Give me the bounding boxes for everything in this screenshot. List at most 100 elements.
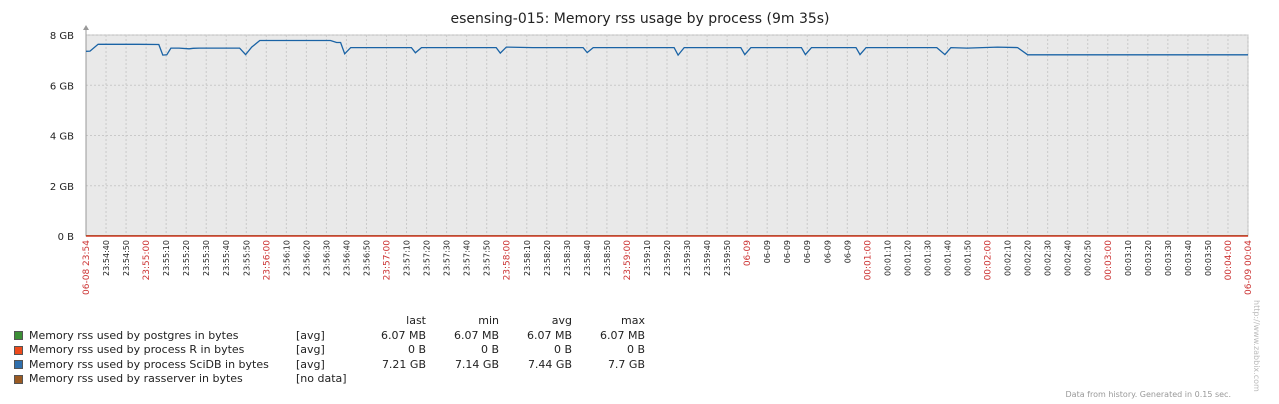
x-tick-label: 00:04:00 [1224,240,1234,281]
x-tick-label: 23:57:30 [443,240,452,276]
x-tick-label: 00:03:40 [1184,240,1193,276]
x-tick-label: 23:54:50 [122,240,131,276]
y-axis-arrow [83,25,89,30]
legend-swatch [14,360,23,370]
x-tick-label: 06-09 [823,240,832,263]
legend-header-avg: avg [551,314,572,327]
legend-row: Memory rss used by process SciDB in byte… [14,358,648,373]
x-tick-label: 23:58:50 [603,240,612,276]
x-tick-label: 23:59:10 [643,240,652,276]
x-tick-label: 23:57:00 [383,240,393,281]
x-tick-label: 06-09 [843,240,852,263]
x-tick-label: 00:02:30 [1044,240,1053,276]
x-tick-label: 23:59:00 [623,240,633,281]
x-tick-label: 23:57:20 [423,240,432,276]
legend-function: [no data] [296,372,347,385]
legend-series-name: Memory rss used by rasserver in bytes [29,372,243,385]
x-tick-label: 00:03:30 [1164,240,1173,276]
x-tick-label: 23:59:40 [703,240,712,276]
x-tick-label: 06-09 [743,240,753,266]
zabbix-watermark: http://www.zabbix.com [1252,300,1261,392]
legend-min: 6.07 MB [453,328,499,342]
x-tick-label: 00:02:50 [1084,240,1093,276]
x-tick-label: 23:59:20 [663,240,672,276]
legend-avg: 7.44 GB [527,357,572,371]
x-tick-label: 00:01:20 [903,240,912,276]
legend-avg: 0 B [553,343,572,356]
x-tick-label: 23:54:40 [102,240,111,276]
x-tick-label: 23:58:30 [563,240,572,276]
legend-max: 7.7 GB [607,357,645,371]
x-tick-label: 00:03:20 [1144,240,1153,276]
x-tick-label: 06-09 00:04 [1244,240,1254,295]
x-tick-label: 23:58:00 [503,240,513,281]
x-tick-label: 23:57:10 [403,240,412,276]
memory-rss-chart: esensing-015: Memory rss usage by proces… [50,11,1254,295]
legend-series-name: Memory rss used by process R in bytes [29,343,245,356]
plot-area: 8 GB 6 GB 4 GB 2 GB 0 B 06-08 23:54 23:54:40 23… [50,25,1254,295]
x-tick-label: 23:56:20 [302,240,311,276]
legend-last: 7.21 GB [381,357,426,371]
legend-header-last: last [406,314,426,327]
legend-function: [avg] [296,357,325,371]
x-tick-label: 23:55:10 [162,240,171,276]
x-tick-label: 23:58:10 [523,240,532,276]
x-tick-label: 23:57:40 [463,240,472,276]
y-tick-label: 6 GB [50,81,74,92]
x-tick-label: 23:55:40 [222,240,231,276]
legend-row: Memory rss used by rasserver in bytes [no… [14,372,648,387]
x-tick-label: 06-09 [763,240,772,263]
x-tick-label: 00:01:00 [863,240,873,281]
x-tick-label: 23:58:40 [583,240,592,276]
legend-min: 7.14 GB [454,357,499,371]
y-tick-label: 8 GB [50,31,74,42]
x-tick-label: 00:02:00 [984,240,994,281]
chart-legend: last min avg max Memory rss used by post… [14,314,648,387]
legend-header-min: min [478,314,499,327]
x-tick-label: 23:55:20 [182,240,191,276]
x-tick-label: 00:01:10 [883,240,892,276]
legend-last: 6.07 MB [380,328,426,342]
legend-row: Memory rss used by postgres in bytes [avg… [14,329,648,344]
x-tick-label: 00:02:40 [1064,240,1073,276]
footer-note: Data from history. Generated in 0.15 sec… [1065,390,1231,399]
legend-function: [avg] [296,343,325,356]
legend-swatch [14,374,23,384]
x-tick-label: 23:57:50 [483,240,492,276]
x-tick-label: 06-09 [803,240,812,263]
y-tick-label: 0 B [58,232,75,243]
x-tick-label: 23:55:50 [242,240,251,276]
legend-min: 0 B [480,343,499,356]
legend-header-max: max [621,314,645,327]
legend-avg: 6.07 MB [526,328,572,342]
chart-title: esensing-015: Memory rss usage by proces… [450,11,829,27]
x-tick-label: 23:59:30 [683,240,692,276]
legend-last: 0 B [407,343,426,356]
x-tick-label: 23:59:50 [723,240,732,276]
x-tick-label: 00:03:50 [1204,240,1213,276]
y-tick-label: 2 GB [50,182,74,193]
x-tick-label: 00:01:40 [943,240,952,276]
x-tick-label: 00:03:10 [1124,240,1133,276]
x-tick-label: 00:02:20 [1024,240,1033,276]
x-tick-label: 23:56:10 [282,240,291,276]
x-tick-label: 06-08 23:54 [82,240,92,295]
x-tick-label: 23:56:30 [322,240,331,276]
legend-swatch [14,331,23,341]
x-tick-label: 23:55:30 [202,240,211,276]
x-tick-label: 23:56:40 [342,240,351,276]
legend-max: 6.07 MB [599,328,645,342]
x-tick-label: 00:03:00 [1104,240,1114,281]
x-tick-label: 23:56:00 [262,240,272,281]
legend-series-name: Memory rss used by postgres in bytes [29,328,239,342]
x-tick-label: 00:02:10 [1004,240,1013,276]
x-tick-label: 23:55:00 [142,240,152,281]
x-tick-label: 23:56:50 [362,240,371,276]
x-tick-label: 00:01:50 [964,240,973,276]
legend-max: 0 B [626,343,645,356]
x-tick-label: 00:01:30 [923,240,932,276]
legend-series-name: Memory rss used by process SciDB in byte… [29,357,269,371]
legend-swatch [14,345,23,355]
legend-row: Memory rss used by process R in bytes [av… [14,343,648,358]
legend-function: [avg] [296,328,325,342]
